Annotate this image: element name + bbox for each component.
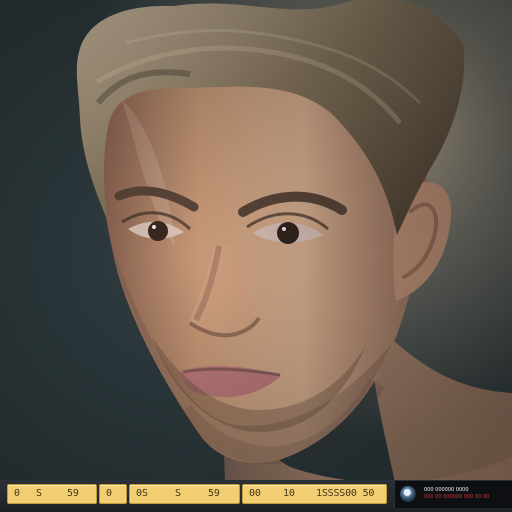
caption-text: 0S — [136, 488, 148, 499]
portrait-photo — [0, 0, 512, 512]
image-stage: 0 S 59 0 0S S 59 00 10 1SSSS00 50 000 00… — [0, 0, 512, 512]
caption-text: S — [175, 488, 181, 499]
caption-cell: 0 — [99, 484, 127, 504]
caption-text: 59 — [208, 488, 220, 499]
caption-cell: 00 10 1SSSS00 50 — [242, 484, 387, 504]
caption-text: S — [36, 488, 42, 499]
caption-cell: 0S S 59 — [129, 484, 240, 504]
caption-text: 59 — [67, 488, 79, 499]
caption-text: 10 — [283, 488, 295, 499]
globe-icon — [400, 486, 416, 502]
badge-text: 000 00 000000 000 00 00 — [424, 494, 490, 500]
caption-text: 0 — [14, 488, 20, 499]
caption-text: 1SSSS00 50 — [316, 488, 375, 499]
badge-text: 000 000000 0000 — [424, 487, 469, 493]
caption-cell: 0 S 59 — [7, 484, 97, 504]
caption-text: 0 — [106, 488, 112, 499]
caption-text: 00 — [249, 488, 261, 499]
